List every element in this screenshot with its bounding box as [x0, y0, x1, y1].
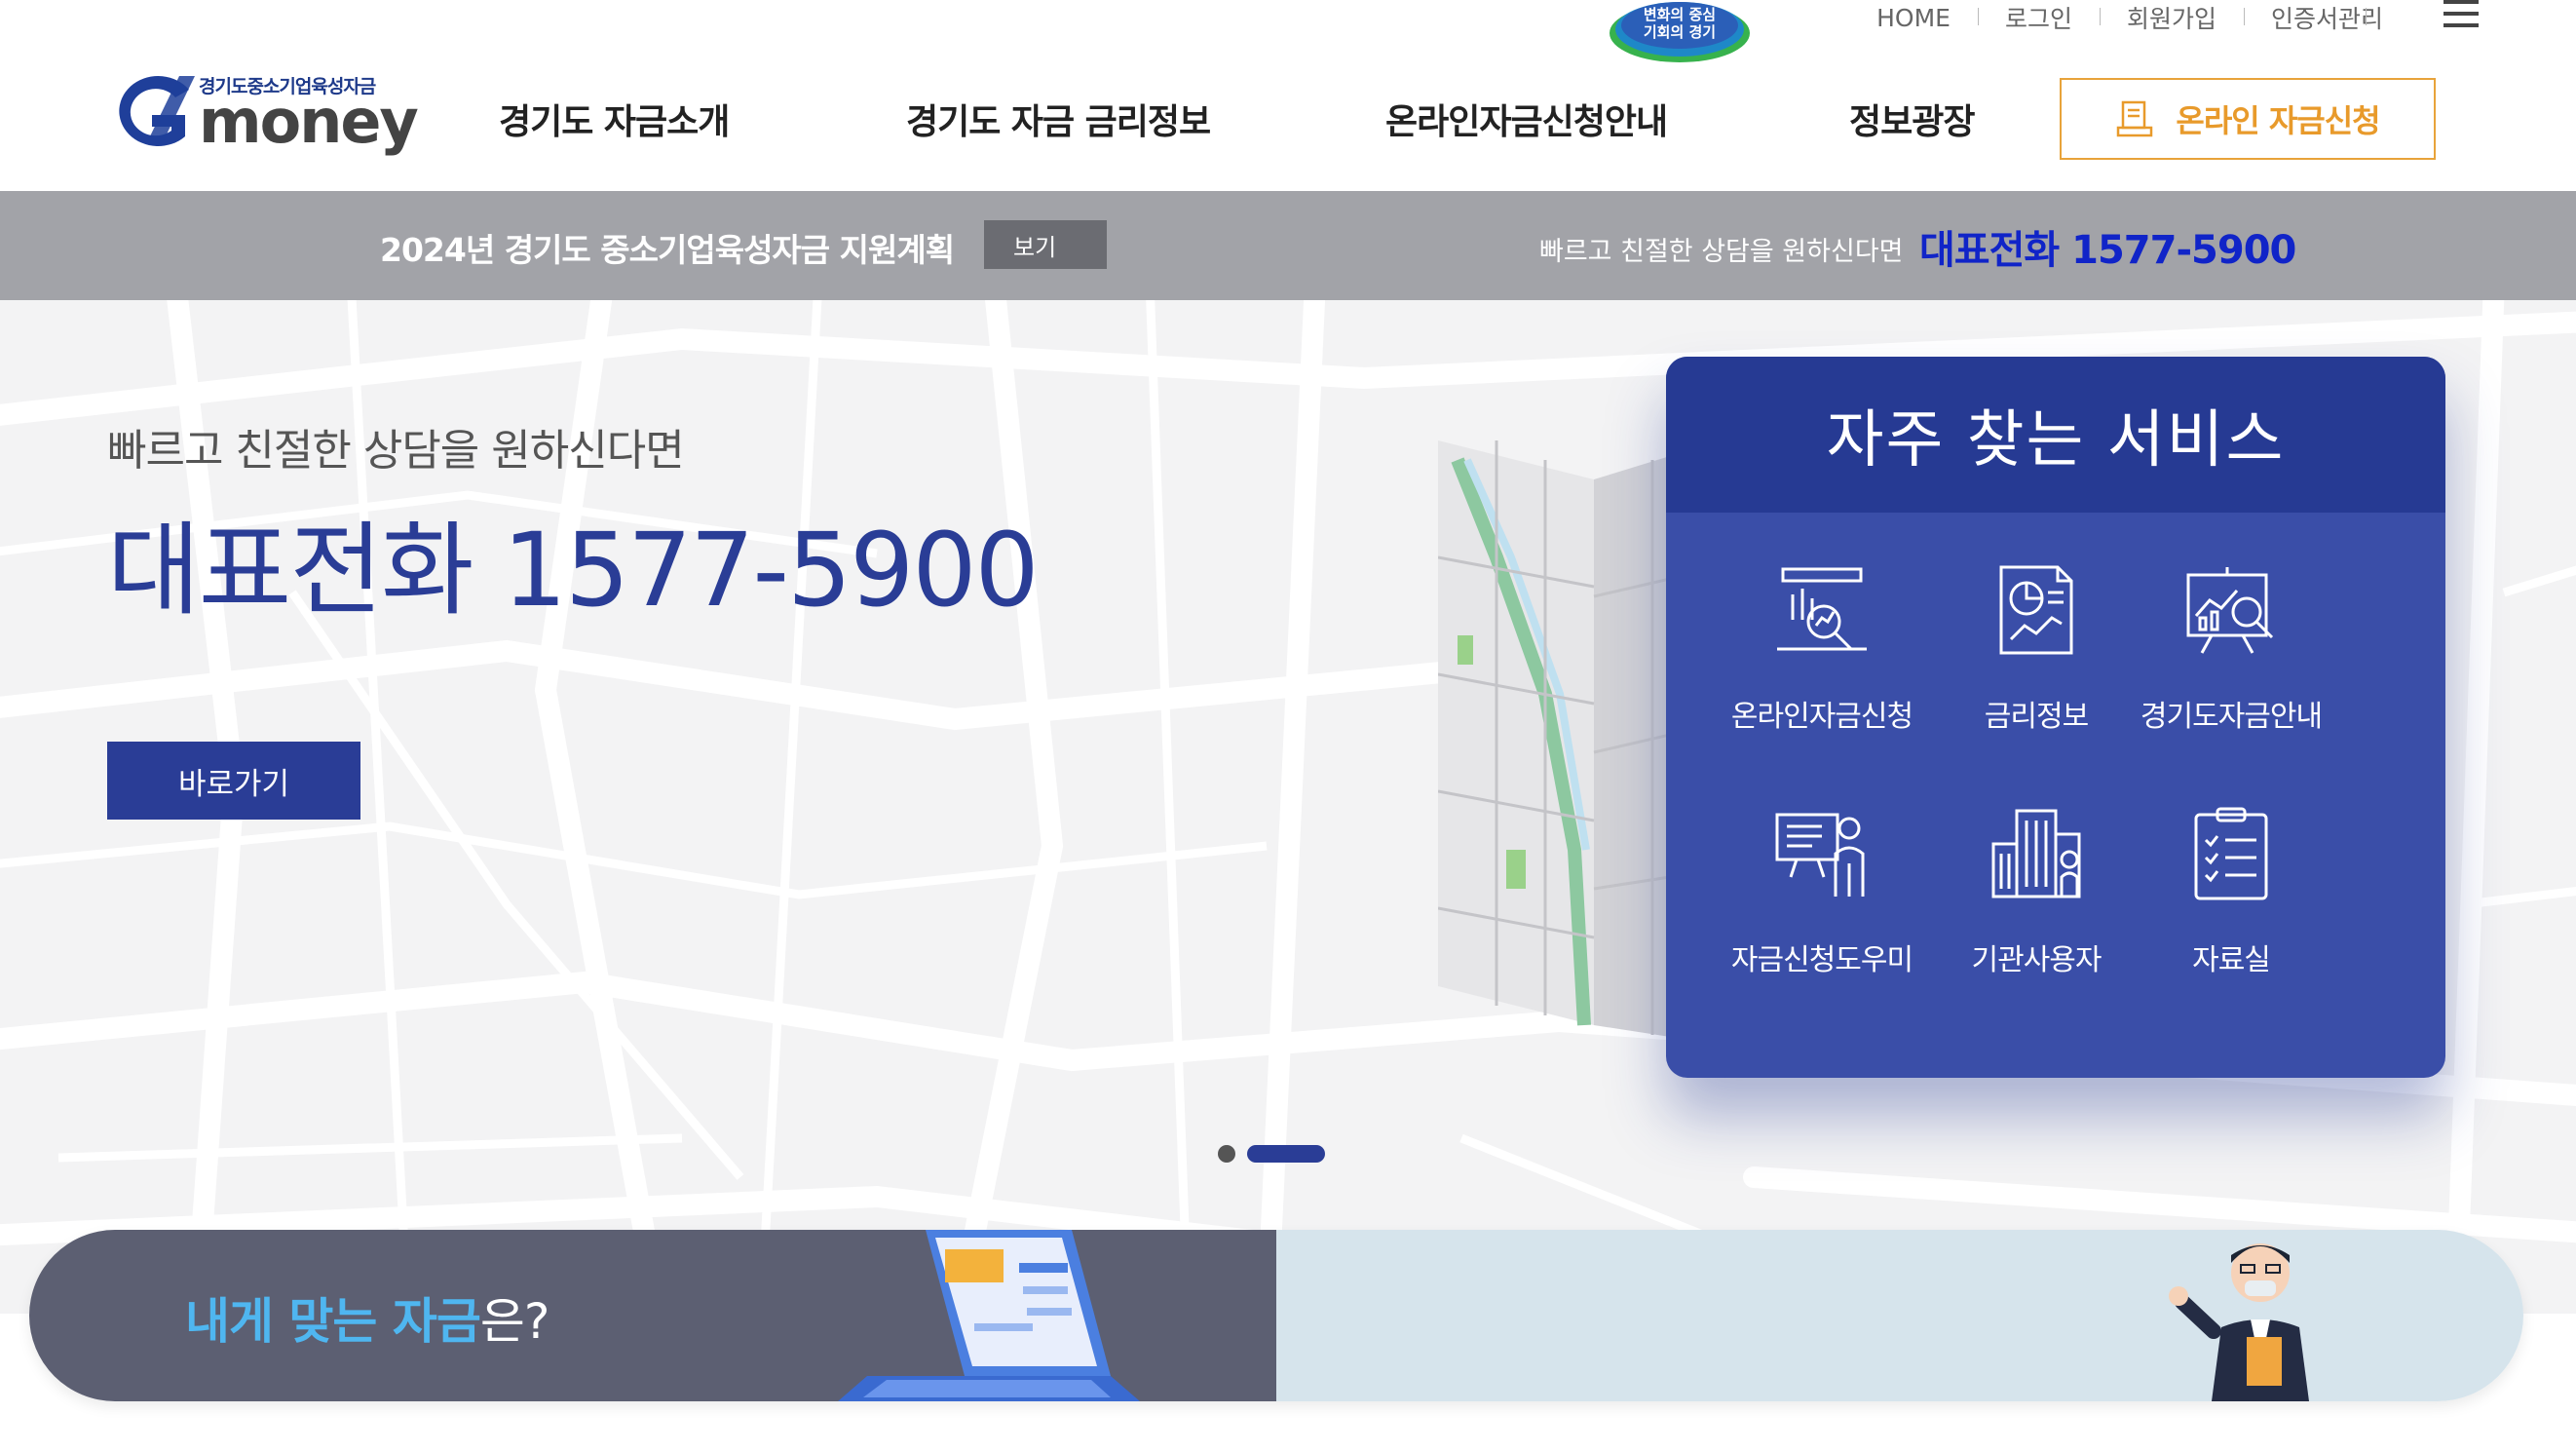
- hero-go-button[interactable]: 바로가기: [107, 742, 360, 820]
- notice-title: 2024년 경기도 중소기업육성자금 지원계획: [380, 231, 955, 269]
- hero-phone-number: 대표전화 1577-5900: [107, 511, 1040, 630]
- gmoney-logo[interactable]: 경기도중소기업육성자금 money: [105, 68, 419, 156]
- notice-bar: 2024년 경기도 중소기업육성자금 지원계획 보기 빠르고 친절한 상담을 원…: [0, 191, 2576, 300]
- service-label: 자료실: [2192, 943, 2271, 977]
- hamburger-menu-icon[interactable]: [2443, 0, 2479, 29]
- application-form-icon: [2117, 100, 2153, 137]
- g-logo-icon: [119, 75, 195, 146]
- util-certificate-link[interactable]: 인증서관리: [2243, 0, 2410, 35]
- fund-guide-icon: [2186, 567, 2274, 654]
- banner-question: 내게 맞는 자금은?: [185, 1282, 549, 1353]
- badge-line1: 변화의 중심: [1644, 6, 1716, 23]
- frequent-services-panel: 자주 찾는 서비스 온라인자금신청 금리정보 경기도자금안내 자금신청도우미 기…: [1666, 357, 2445, 1078]
- online-apply-label: 온라인 자금신청: [2176, 102, 2380, 139]
- service-label: 경기도자금안내: [2140, 700, 2323, 734]
- util-separator: [2366, 8, 2367, 25]
- service-label: 자금신청도우미: [1730, 943, 1913, 977]
- util-home-link[interactable]: HOME: [1849, 4, 1978, 32]
- notice-consult-text: 빠르고 친절한 상담을 원하신다면: [1539, 237, 1904, 267]
- nav-online-application-guide[interactable]: 온라인자금신청안내: [1385, 94, 1668, 144]
- institution-user-icon: [1991, 809, 2081, 898]
- slider-pagination: [1218, 1144, 1325, 1164]
- util-signup-link[interactable]: 회원가입: [2099, 0, 2244, 35]
- notice-view-button[interactable]: 보기: [984, 220, 1107, 269]
- util-login-link[interactable]: 로그인: [1977, 0, 2100, 35]
- logo-wordmark: money: [199, 86, 419, 157]
- badge-line2: 기회의 경기: [1644, 23, 1716, 41]
- slider-dot-2-active[interactable]: [1247, 1145, 1325, 1163]
- services-title: 자주 찾는 서비스: [1826, 404, 2286, 477]
- nav-info-plaza[interactable]: 정보광장: [1849, 94, 1975, 144]
- gyeonggi-slogan-badge: 변화의 중심 기회의 경기: [1610, 2, 1750, 62]
- laptop-illustration: [838, 1230, 1140, 1401]
- banner-rest: 은?: [479, 1293, 550, 1350]
- notice-phone-number[interactable]: 대표전화 1577-5900: [1919, 218, 2296, 275]
- nav-fund-intro[interactable]: 경기도 자금소개: [499, 94, 730, 144]
- services-header: 자주 찾는 서비스: [1666, 357, 2445, 513]
- service-fund-guide[interactable]: 경기도자금안내: [2114, 561, 2348, 776]
- service-archive[interactable]: 자료실: [2114, 805, 2348, 1019]
- banner-highlight: 내게 맞는 자금: [185, 1293, 481, 1350]
- service-application-helper[interactable]: 자금신청도우미: [1705, 805, 1939, 1019]
- service-online-application[interactable]: 온라인자금신청: [1705, 561, 1939, 776]
- nav-rate-info[interactable]: 경기도 자금 금리정보: [906, 94, 1211, 144]
- utility-links: HOME 로그인 회원가입 인증서관리: [1849, 0, 2410, 35]
- rate-info-icon: [1999, 565, 2073, 655]
- online-apply-button[interactable]: 온라인 자금신청: [2060, 78, 2436, 160]
- service-label: 온라인자금신청: [1730, 700, 1913, 734]
- application-helper-icon: [1775, 813, 1865, 897]
- online-application-icon: [1777, 567, 1867, 651]
- site-header: 경기도중소기업육성자금 money 변화의 중심 기회의 경기 HOME 로그인…: [0, 0, 2576, 191]
- fund-finder-banner[interactable]: 내게 맞는 자금은?: [29, 1230, 2523, 1401]
- slider-dot-1[interactable]: [1218, 1145, 1235, 1163]
- hero-subtitle: 빠르고 친절한 상담을 원하신다면: [107, 426, 685, 476]
- hero-section: 빠르고 친절한 상담을 원하신다면 대표전화 1577-5900 바로가기 자주…: [0, 300, 2576, 1314]
- archive-icon: [2194, 807, 2268, 900]
- businessman-illustration: [2169, 1243, 2309, 1401]
